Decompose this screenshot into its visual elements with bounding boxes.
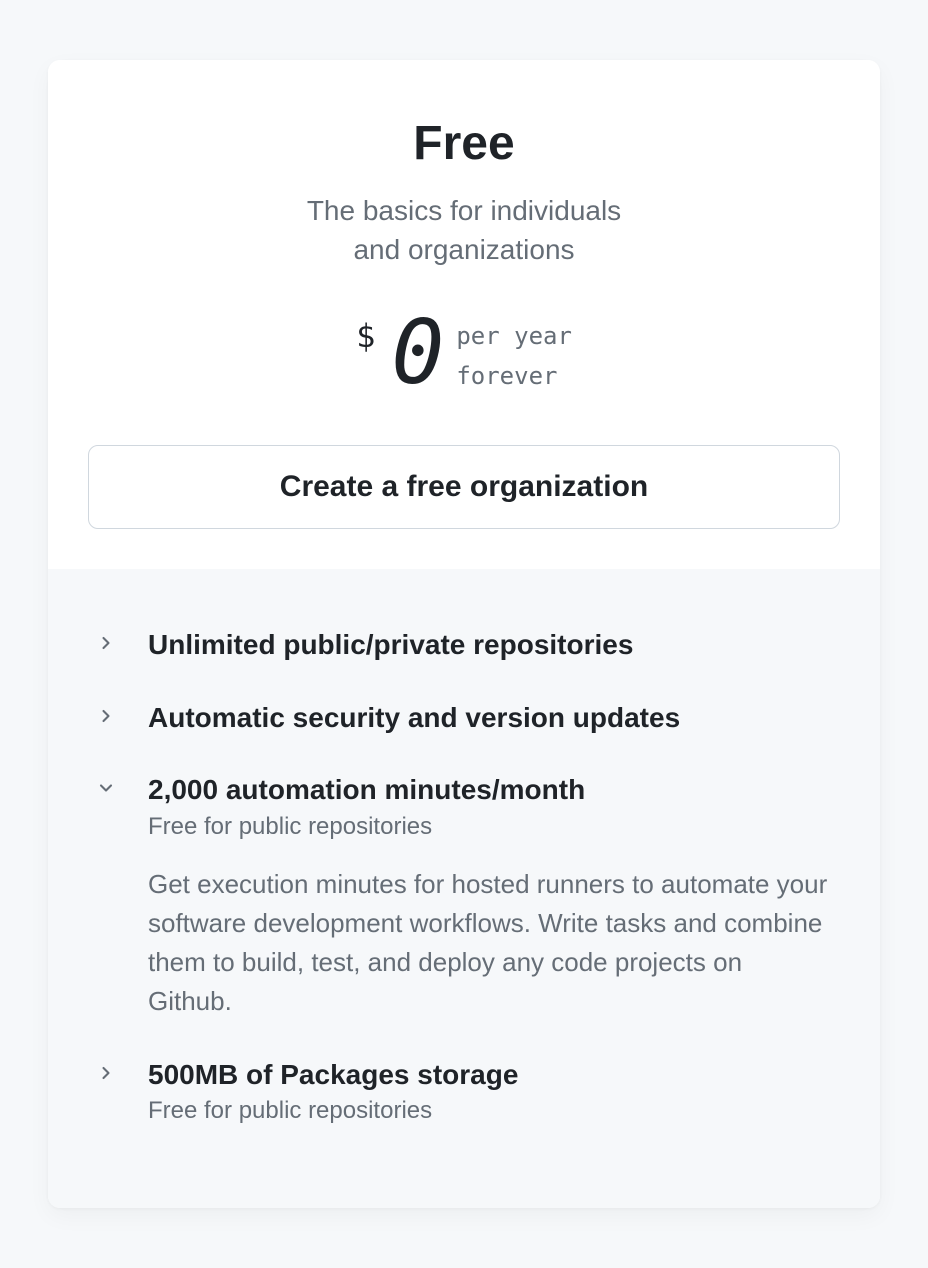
feature-title: Unlimited public/private repositories <box>148 627 832 663</box>
chevron-right-icon <box>96 633 120 657</box>
feature-content: 2,000 automation minutes/month Free for … <box>148 772 832 1020</box>
price-duration: forever <box>456 362 557 390</box>
feature-item-packages-storage[interactable]: 500MB of Packages storage Free for publi… <box>96 1039 832 1143</box>
chevron-down-icon <box>96 778 120 802</box>
plan-subtitle: The basics for individuals and organizat… <box>88 191 840 269</box>
feature-item-security-updates[interactable]: Automatic security and version updates <box>96 682 832 754</box>
card-header: Free The basics for individuals and orga… <box>48 60 880 569</box>
feature-content: Unlimited public/private repositories <box>148 627 832 663</box>
feature-subtitle: Free for public repositories <box>148 1097 832 1125</box>
feature-item-automation-minutes[interactable]: 2,000 automation minutes/month Free for … <box>96 754 832 1038</box>
plan-subtitle-line2: and organizations <box>353 234 574 265</box>
feature-subtitle: Free for public repositories <box>148 813 832 841</box>
pricing-card: Free The basics for individuals and orga… <box>48 60 880 1208</box>
plan-subtitle-line1: The basics for individuals <box>307 195 621 226</box>
feature-title: 2,000 automation minutes/month <box>148 772 832 808</box>
price-meta: per year forever <box>456 322 572 390</box>
plan-title: Free <box>88 116 840 171</box>
feature-title: 500MB of Packages storage <box>148 1057 832 1093</box>
price-period: per year <box>456 322 572 350</box>
create-organization-button[interactable]: Create a free organization <box>88 445 840 529</box>
chevron-right-icon <box>96 1063 120 1087</box>
features-list: Unlimited public/private repositories Au… <box>48 569 880 1208</box>
feature-item-repositories[interactable]: Unlimited public/private repositories <box>96 609 832 681</box>
price-amount: 0 <box>391 309 440 397</box>
chevron-right-icon <box>96 706 120 730</box>
feature-description: Get execution minutes for hosted runners… <box>148 865 832 1021</box>
feature-title: Automatic security and version updates <box>148 700 832 736</box>
feature-content: Automatic security and version updates <box>148 700 832 736</box>
price-row: $ 0 per year forever <box>88 309 840 397</box>
feature-content: 500MB of Packages storage Free for publi… <box>148 1057 832 1125</box>
currency-symbol: $ <box>356 317 375 355</box>
